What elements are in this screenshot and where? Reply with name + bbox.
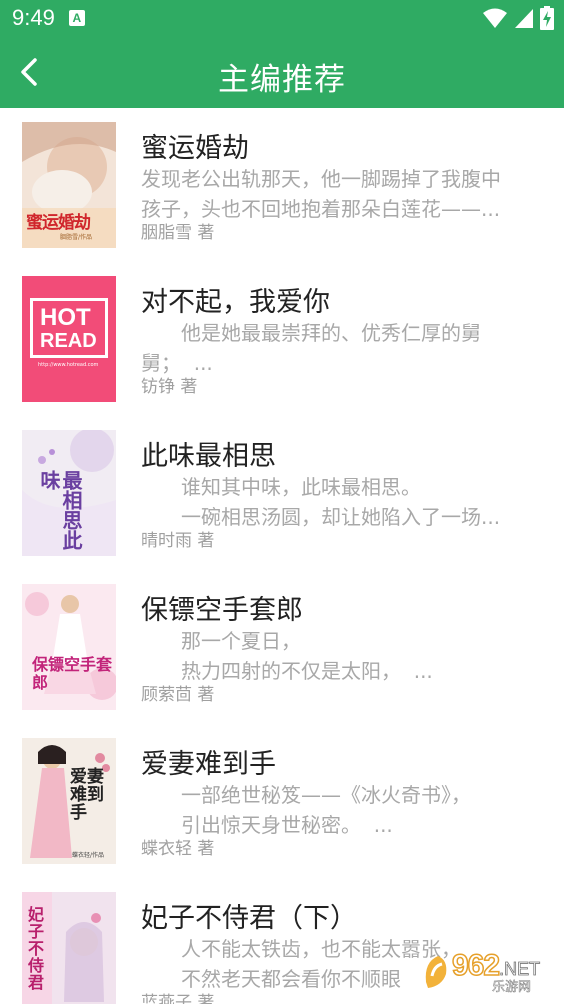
site-watermark: 962 .NET 乐游网	[422, 946, 560, 998]
book-author: 钫铮 著	[141, 377, 198, 397]
book-author: 顾萦茴 著	[141, 685, 215, 705]
book-description: 发现老公出轨那天，他一脚踢掉了我腹中 孩子，头也不回地抱着那朵白莲花——...	[141, 167, 501, 221]
book-item[interactable]: HOT READ http://www.hotread.com 对不起，我爱你 …	[0, 262, 564, 416]
app-bar: 主编推荐	[0, 36, 564, 108]
status-time: 9:49	[12, 5, 55, 30]
cover-title: HOT	[40, 304, 91, 331]
book-cover: HOT READ http://www.hotread.com	[22, 276, 116, 402]
book-description: 他是她最最崇拜的、优秀仁厚的舅 舅； ...	[141, 321, 481, 375]
notification-icon: A	[68, 10, 85, 26]
book-item[interactable]: 保镖空手套郎 保镖空手套郎 那一个夏日， 热力四射的不仅是太阳， ... 顾萦茴…	[0, 570, 564, 724]
book-item[interactable]: 最相思此味 此味最相思 谁知其中味，此味最相思。 一碗相思汤圆，却让她陷入了一场…	[0, 416, 564, 570]
status-bar: 9:49 A	[0, 0, 564, 36]
book-item[interactable]: 爱妻难到手 蝶衣轻/作品 爱妻难到手 一部绝世秘笈——《冰火奇书》， 引出惊天身…	[0, 724, 564, 878]
book-description: 谁知其中味，此味最相思。 一碗相思汤圆，却让她陷入了一场...	[141, 475, 501, 529]
cover-subtitle: 蝶衣轻/作品	[72, 852, 105, 859]
book-author: 晴时雨 著	[141, 531, 215, 551]
watermark-subtitle: 乐游网	[492, 979, 532, 995]
book-list: 蜜运婚劫 胭脂雪/作品 蜜运婚劫 发现老公出轨那天，他一脚踢掉了我腹中 孩子，头…	[0, 108, 564, 1004]
signal-icon	[515, 9, 533, 28]
cover-title: 最相思此味	[37, 470, 83, 550]
book-cover: 保镖空手套郎	[22, 584, 116, 710]
book-cover: 妃子不侍君	[22, 892, 116, 1004]
cover-title: 妃子不侍君	[28, 905, 45, 992]
watermark-logo-icon	[425, 956, 447, 988]
book-title: 爱妻难到手	[141, 749, 276, 780]
wifi-icon	[483, 8, 507, 28]
watermark-number: 962	[451, 948, 501, 982]
book-title: 此味最相思	[141, 441, 276, 472]
watermark-suffix: .NET	[499, 958, 541, 979]
battery-icon	[540, 6, 554, 30]
cover-title: 蜜运婚劫	[26, 213, 91, 233]
cover-title: 保镖空手套郎	[32, 655, 113, 692]
cover-subtitle: 胭脂雪/作品	[60, 234, 93, 241]
cover-title-2: READ	[40, 330, 97, 352]
book-description: 一部绝世秘笈——《冰火奇书》， 引出惊天身世秘密。 ...	[141, 783, 471, 837]
book-title: 蜜运婚劫	[141, 133, 249, 164]
book-author: 胭脂雪 著	[141, 223, 215, 243]
book-description: 那一个夏日， 热力四射的不仅是太阳， ...	[141, 629, 433, 683]
book-title: 妃子不侍君（下）	[141, 903, 357, 934]
book-author: 蝶衣轻 著	[141, 839, 215, 859]
book-author: 蓝燕子 著	[141, 993, 215, 1004]
cover-url: http://www.hotread.com	[38, 362, 99, 368]
book-title: 保镖空手套郎	[141, 595, 303, 626]
cover-title: 爱妻难到手	[70, 767, 104, 823]
page-title: 主编推荐	[218, 62, 346, 98]
book-cover: 蜜运婚劫 胭脂雪/作品	[22, 122, 116, 248]
book-cover: 最相思此味	[22, 430, 116, 556]
book-cover: 爱妻难到手 蝶衣轻/作品	[22, 738, 116, 864]
book-title: 对不起，我爱你	[141, 287, 330, 318]
book-item[interactable]: 蜜运婚劫 胭脂雪/作品 蜜运婚劫 发现老公出轨那天，他一脚踢掉了我腹中 孩子，头…	[0, 108, 564, 262]
